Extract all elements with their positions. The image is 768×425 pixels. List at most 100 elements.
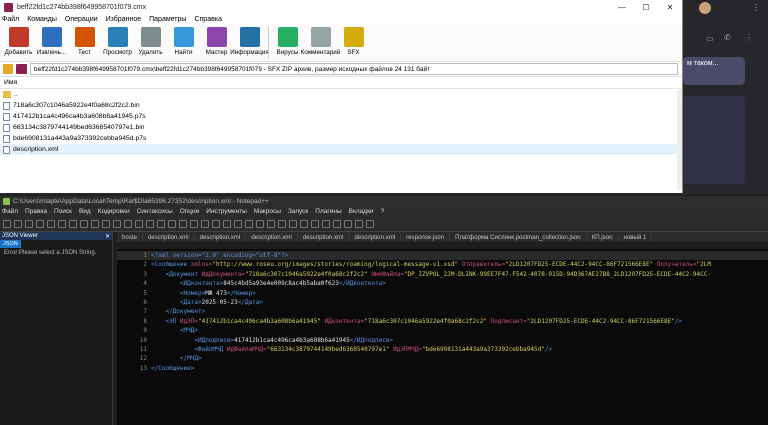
toolbar-tool-icon[interactable] <box>36 219 44 228</box>
toolbar-tool-icon[interactable] <box>333 219 341 228</box>
toolbar-tool-icon[interactable] <box>102 219 110 228</box>
toolbar-tool-icon[interactable] <box>344 219 352 228</box>
menu-help[interactable]: Справка <box>194 16 221 23</box>
toolbar-tool-icon[interactable] <box>3 219 11 228</box>
file-row[interactable]: .. <box>0 89 682 100</box>
column-header-name[interactable]: Имя <box>0 77 682 89</box>
editor-tab[interactable]: Платформа Сислинк.postman_collection.jso… <box>450 233 587 241</box>
editor-tab[interactable]: description.xml <box>298 233 350 241</box>
wizard-button[interactable]: Мастер <box>200 25 233 56</box>
toolbar-tool-icon[interactable] <box>179 219 187 228</box>
maximize-button[interactable]: ☐ <box>634 3 658 12</box>
close-button[interactable]: ✕ <box>658 3 682 12</box>
more-icon[interactable]: ⋮ <box>745 33 753 42</box>
editor-tab[interactable]: description.xml <box>195 233 247 241</box>
npp-menu-item[interactable]: Макросы <box>254 208 281 215</box>
add-button[interactable]: Добавить <box>2 25 35 56</box>
line-number: 1 <box>143 252 147 259</box>
npp-menu-item[interactable]: Опции <box>180 208 200 215</box>
video-icon[interactable]: ▭ <box>706 34 714 43</box>
toolbar-tool-icon[interactable] <box>146 219 154 228</box>
npp-menu-item[interactable]: Кодировки <box>98 208 130 215</box>
toolbar-tool-icon[interactable] <box>168 219 176 228</box>
menu-file[interactable]: Файл <box>2 16 19 23</box>
toolbar-tool-icon[interactable] <box>124 219 132 228</box>
minimize-button[interactable]: — <box>610 3 634 12</box>
npp-menu-item[interactable]: Плагины <box>315 208 341 215</box>
close-icon[interactable]: ✕ <box>105 233 110 240</box>
editor-tab[interactable]: КП.json <box>587 233 619 241</box>
toolbar-tool-icon[interactable] <box>201 219 209 228</box>
code-line: <Номер>МЖ 473</Номер> <box>179 289 256 297</box>
toolbar-tool-icon[interactable] <box>267 219 275 228</box>
scrollbar[interactable] <box>677 90 682 190</box>
toolbar-tool-icon[interactable] <box>157 219 165 228</box>
editor-tab[interactable]: description.xml <box>143 233 195 241</box>
menu-commands[interactable]: Команды <box>27 16 57 23</box>
toolbar-tool-icon[interactable] <box>278 219 286 228</box>
toolbar-tool-icon[interactable] <box>256 219 264 228</box>
npp-menu-item[interactable]: Синтаксисы <box>137 208 173 215</box>
up-folder-icon[interactable] <box>3 64 13 74</box>
tab-json[interactable]: JSON <box>0 240 21 248</box>
comment-button[interactable]: Комментарий <box>301 25 340 56</box>
toolbar-tool-icon[interactable] <box>212 219 220 228</box>
toolbar-tool-icon[interactable] <box>223 219 231 228</box>
view-button[interactable]: Просмотр <box>101 25 134 56</box>
toolbar-tool-icon[interactable] <box>25 219 33 228</box>
toolbar-tool-icon[interactable] <box>289 219 297 228</box>
toolbar-tool-icon[interactable] <box>47 219 55 228</box>
editor-tab[interactable]: hoste <box>117 233 143 241</box>
toolbar-tool-icon[interactable] <box>58 219 66 228</box>
toolbar-tool-icon[interactable] <box>245 219 253 228</box>
npp-menu-item[interactable]: Запуск <box>288 208 308 215</box>
editor-tab[interactable]: response.json <box>401 233 451 241</box>
path-field[interactable]: beff22fd1c274bb398f649958701f079.cmx\bef… <box>30 63 678 75</box>
more-icon[interactable]: ⋮ <box>752 3 760 12</box>
editor-tab[interactable]: новый 1 <box>619 233 653 241</box>
phone-icon[interactable]: ✆ <box>724 33 731 42</box>
sfx-button[interactable]: SFX <box>337 25 370 56</box>
file-row[interactable]: 718a6c307c1046a5922e4f0a68c2f2c2.bin <box>0 100 682 111</box>
find-button[interactable]: Найти <box>167 25 200 56</box>
virus-button[interactable]: Вирусы <box>271 25 304 56</box>
avatar[interactable] <box>699 2 711 14</box>
extract-button[interactable]: Извлечь... <box>35 25 68 56</box>
toolbar-tool-icon[interactable] <box>322 219 330 228</box>
menu-options[interactable]: Параметры <box>149 16 186 23</box>
editor-tab[interactable]: description.xml <box>349 233 402 241</box>
toolbar-tool-icon[interactable] <box>14 219 22 228</box>
file-row[interactable]: 663134c3879744149bed6368540797e1.bin <box>0 122 682 133</box>
info-button[interactable]: Информация <box>230 25 269 56</box>
npp-menu-item[interactable]: Поиск <box>54 208 72 215</box>
npp-menu-item[interactable]: Вид <box>79 208 91 215</box>
toolbar-tool-icon[interactable] <box>113 219 121 228</box>
npp-menu-item[interactable]: Правка <box>25 208 47 215</box>
toolbar-tool-icon[interactable] <box>300 219 308 228</box>
menu-favorites[interactable]: Избранное <box>106 16 141 23</box>
npp-menu-item[interactable]: ? <box>381 208 385 215</box>
file-row[interactable]: 417412b1ca4c496ca4b3a608b6a41945.p7s <box>0 111 682 122</box>
toolbar-tool-icon[interactable] <box>234 219 242 228</box>
editor-tab[interactable]: description.xml <box>246 233 298 241</box>
npp-menu-item[interactable]: Вкладки <box>349 208 374 215</box>
delete-button[interactable]: Удалить <box>134 25 167 56</box>
file-name: 417412b1ca4c496ca4b3a608b6a41945.p7s <box>13 113 146 120</box>
file-row[interactable]: bde6908131a443a9a373392cebba945d.p7s <box>0 133 682 144</box>
menu-operations[interactable]: Операции <box>65 16 98 23</box>
toolbar-tool-icon[interactable] <box>190 219 198 228</box>
test-button[interactable]: Тест <box>68 25 101 56</box>
view-label: Просмотр <box>103 49 132 56</box>
toolbar-tool-icon[interactable] <box>355 219 363 228</box>
toolbar-tool-icon[interactable] <box>311 219 319 228</box>
toolbar-tool-icon[interactable] <box>91 219 99 228</box>
file-row[interactable]: description.xml <box>0 144 682 155</box>
code-editor[interactable]: 1 <?xml version="1.0" encoding="utf-8"?> 2… <box>117 249 768 425</box>
toolbar-tool-icon[interactable] <box>80 219 88 228</box>
extract-icon <box>41 27 62 47</box>
toolbar-tool-icon[interactable] <box>366 219 374 228</box>
toolbar-tool-icon[interactable] <box>135 219 143 228</box>
toolbar-tool-icon[interactable] <box>69 219 77 228</box>
npp-menu-item[interactable]: Инструменты <box>206 208 247 215</box>
npp-menu-item[interactable]: Файл <box>2 208 18 215</box>
